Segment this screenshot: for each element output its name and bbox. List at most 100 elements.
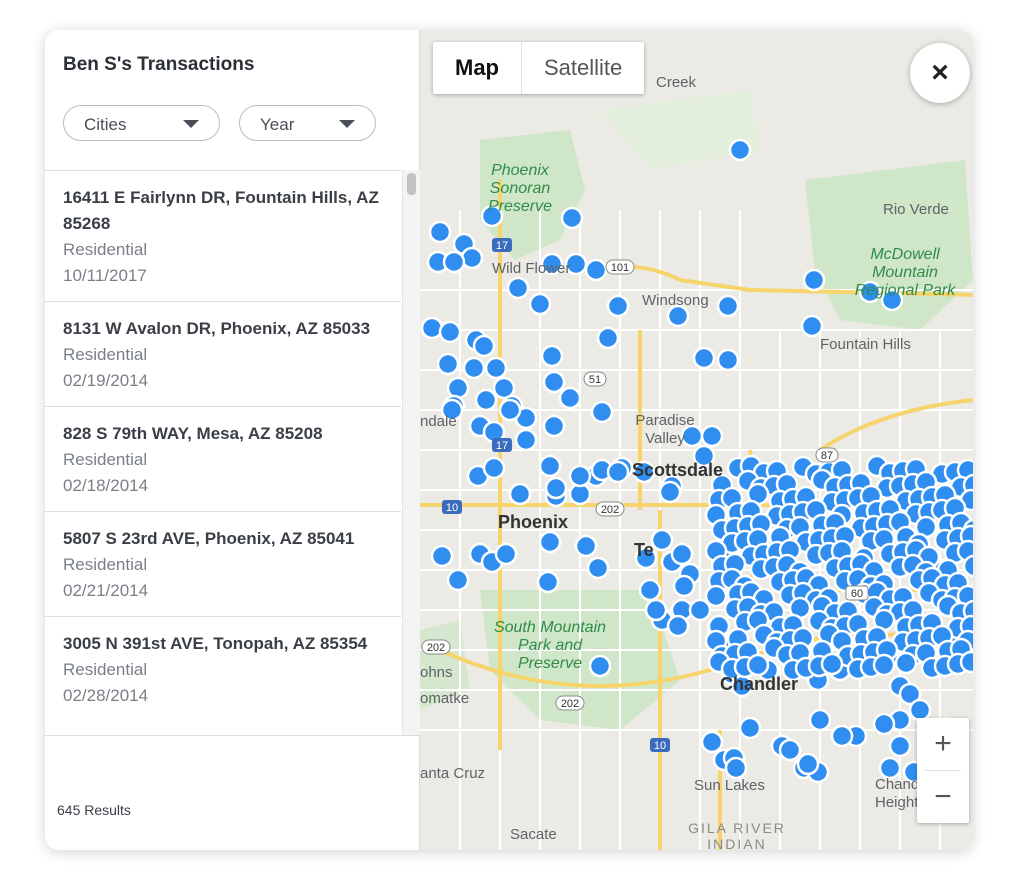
- map-marker[interactable]: [498, 398, 522, 422]
- map-marker[interactable]: [666, 304, 690, 328]
- map-marker[interactable]: [584, 258, 608, 282]
- map-marker[interactable]: [494, 542, 518, 566]
- map-marker[interactable]: [700, 424, 724, 448]
- map-marker[interactable]: [894, 651, 918, 675]
- transaction-list[interactable]: 16411 E Fairlynn DR, Fountain Hills, AZ …: [45, 170, 401, 736]
- map-label-scottsdale: Scottsdale: [632, 460, 724, 480]
- map-marker[interactable]: [436, 352, 460, 376]
- map-marker[interactable]: [540, 344, 564, 368]
- shield-10b: 10: [650, 738, 670, 752]
- map-marker[interactable]: [428, 220, 452, 244]
- map-marker[interactable]: [644, 598, 668, 622]
- close-icon[interactable]: ×: [910, 43, 970, 103]
- map-marker[interactable]: [872, 653, 896, 677]
- map-marker[interactable]: [430, 544, 454, 568]
- map-marker[interactable]: [420, 316, 444, 340]
- map-marker[interactable]: [542, 370, 566, 394]
- svg-text:87: 87: [821, 450, 833, 462]
- zoom-out-button[interactable]: −: [917, 771, 969, 823]
- map-marker[interactable]: [472, 334, 496, 358]
- map-view-button[interactable]: Map: [433, 42, 522, 94]
- map-marker[interactable]: [586, 556, 610, 580]
- map-marker[interactable]: [514, 428, 538, 452]
- map-marker[interactable]: [596, 326, 620, 350]
- map-marker[interactable]: [959, 650, 973, 674]
- map-marker[interactable]: [962, 554, 973, 578]
- map-marker[interactable]: [508, 482, 532, 506]
- map-marker[interactable]: [528, 292, 552, 316]
- map-marker[interactable]: [716, 348, 740, 372]
- transaction-address: 16411 E Fairlynn DR, Fountain Hills, AZ …: [63, 188, 379, 233]
- map-marker[interactable]: [704, 584, 728, 608]
- map-marker[interactable]: [536, 570, 560, 594]
- svg-text:60: 60: [851, 588, 863, 600]
- map-marker[interactable]: [820, 652, 844, 676]
- map-marker[interactable]: [908, 698, 932, 722]
- map-marker[interactable]: [728, 138, 752, 162]
- map-marker[interactable]: [688, 598, 712, 622]
- map-marker[interactable]: [506, 276, 530, 300]
- map-marker[interactable]: [650, 528, 674, 552]
- map-marker[interactable]: [482, 456, 506, 480]
- map-marker[interactable]: [700, 730, 724, 754]
- transactions-map[interactable]: 17 101 51 10 202 87 60 202 202 10 17 Cre…: [420, 30, 973, 850]
- map-marker[interactable]: [638, 578, 662, 602]
- map-marker[interactable]: [446, 568, 470, 592]
- map-marker[interactable]: [558, 386, 582, 410]
- map-label-creek: Creek: [656, 74, 697, 91]
- map-marker[interactable]: [830, 724, 854, 748]
- map-marker[interactable]: [462, 356, 486, 380]
- list-scrollbar[interactable]: [402, 170, 420, 735]
- map-marker[interactable]: [484, 356, 508, 380]
- map-marker[interactable]: [872, 712, 896, 736]
- map-type-toggle: Map Satellite: [433, 42, 645, 94]
- map-marker[interactable]: [438, 320, 462, 344]
- map-marker[interactable]: [574, 534, 598, 558]
- list-item[interactable]: 3005 N 391st AVE, Tonopah, AZ 85354 Resi…: [45, 617, 401, 736]
- map-marker[interactable]: [670, 542, 694, 566]
- map-marker[interactable]: [778, 738, 802, 762]
- zoom-in-button[interactable]: +: [917, 718, 969, 770]
- map-marker[interactable]: [724, 756, 748, 780]
- map-marker[interactable]: [672, 574, 696, 598]
- map-marker[interactable]: [800, 314, 824, 338]
- list-item[interactable]: 16411 E Fairlynn DR, Fountain Hills, AZ …: [45, 171, 401, 302]
- map-marker[interactable]: [560, 206, 584, 230]
- map-label-sacate: Sacate: [510, 826, 557, 843]
- shield-202: 202: [595, 501, 625, 517]
- map-marker[interactable]: [746, 653, 770, 677]
- list-item[interactable]: 828 S 79th WAY, Mesa, AZ 85208 Residenti…: [45, 407, 401, 512]
- map-marker[interactable]: [808, 708, 832, 732]
- shield-17b: 17: [492, 438, 512, 452]
- map-marker[interactable]: [460, 246, 484, 270]
- map-marker[interactable]: [538, 530, 562, 554]
- map-marker[interactable]: [442, 250, 466, 274]
- transaction-date: 02/19/2014: [63, 371, 149, 390]
- list-item[interactable]: 5807 S 23rd AVE, Phoenix, AZ 85041 Resid…: [45, 512, 401, 617]
- map-marker[interactable]: [590, 400, 614, 424]
- list-item[interactable]: 8131 W Avalon DR, Phoenix, AZ 85033 Resi…: [45, 302, 401, 407]
- map-marker[interactable]: [542, 414, 566, 438]
- map-marker[interactable]: [568, 464, 592, 488]
- cities-filter-dropdown[interactable]: Cities: [63, 105, 220, 141]
- map-marker[interactable]: [888, 734, 912, 758]
- map-marker[interactable]: [606, 460, 630, 484]
- map-marker[interactable]: [538, 454, 562, 478]
- map-marker[interactable]: [474, 388, 498, 412]
- map-marker[interactable]: [606, 294, 630, 318]
- satellite-view-button[interactable]: Satellite: [522, 42, 644, 94]
- map-marker[interactable]: [666, 614, 690, 638]
- map-marker[interactable]: [738, 716, 762, 740]
- map-marker[interactable]: [716, 294, 740, 318]
- year-filter-dropdown[interactable]: Year: [239, 105, 376, 141]
- transaction-address: 3005 N 391st AVE, Tonopah, AZ 85354: [63, 634, 368, 653]
- map-marker[interactable]: [446, 376, 470, 400]
- map-marker[interactable]: [544, 476, 568, 500]
- map-marker[interactable]: [692, 346, 716, 370]
- map-marker[interactable]: [878, 756, 902, 780]
- map-marker[interactable]: [796, 752, 820, 776]
- scrollbar-thumb[interactable]: [407, 173, 416, 195]
- map-marker[interactable]: [658, 480, 682, 504]
- svg-text:101: 101: [611, 262, 629, 274]
- map-marker[interactable]: [802, 268, 826, 292]
